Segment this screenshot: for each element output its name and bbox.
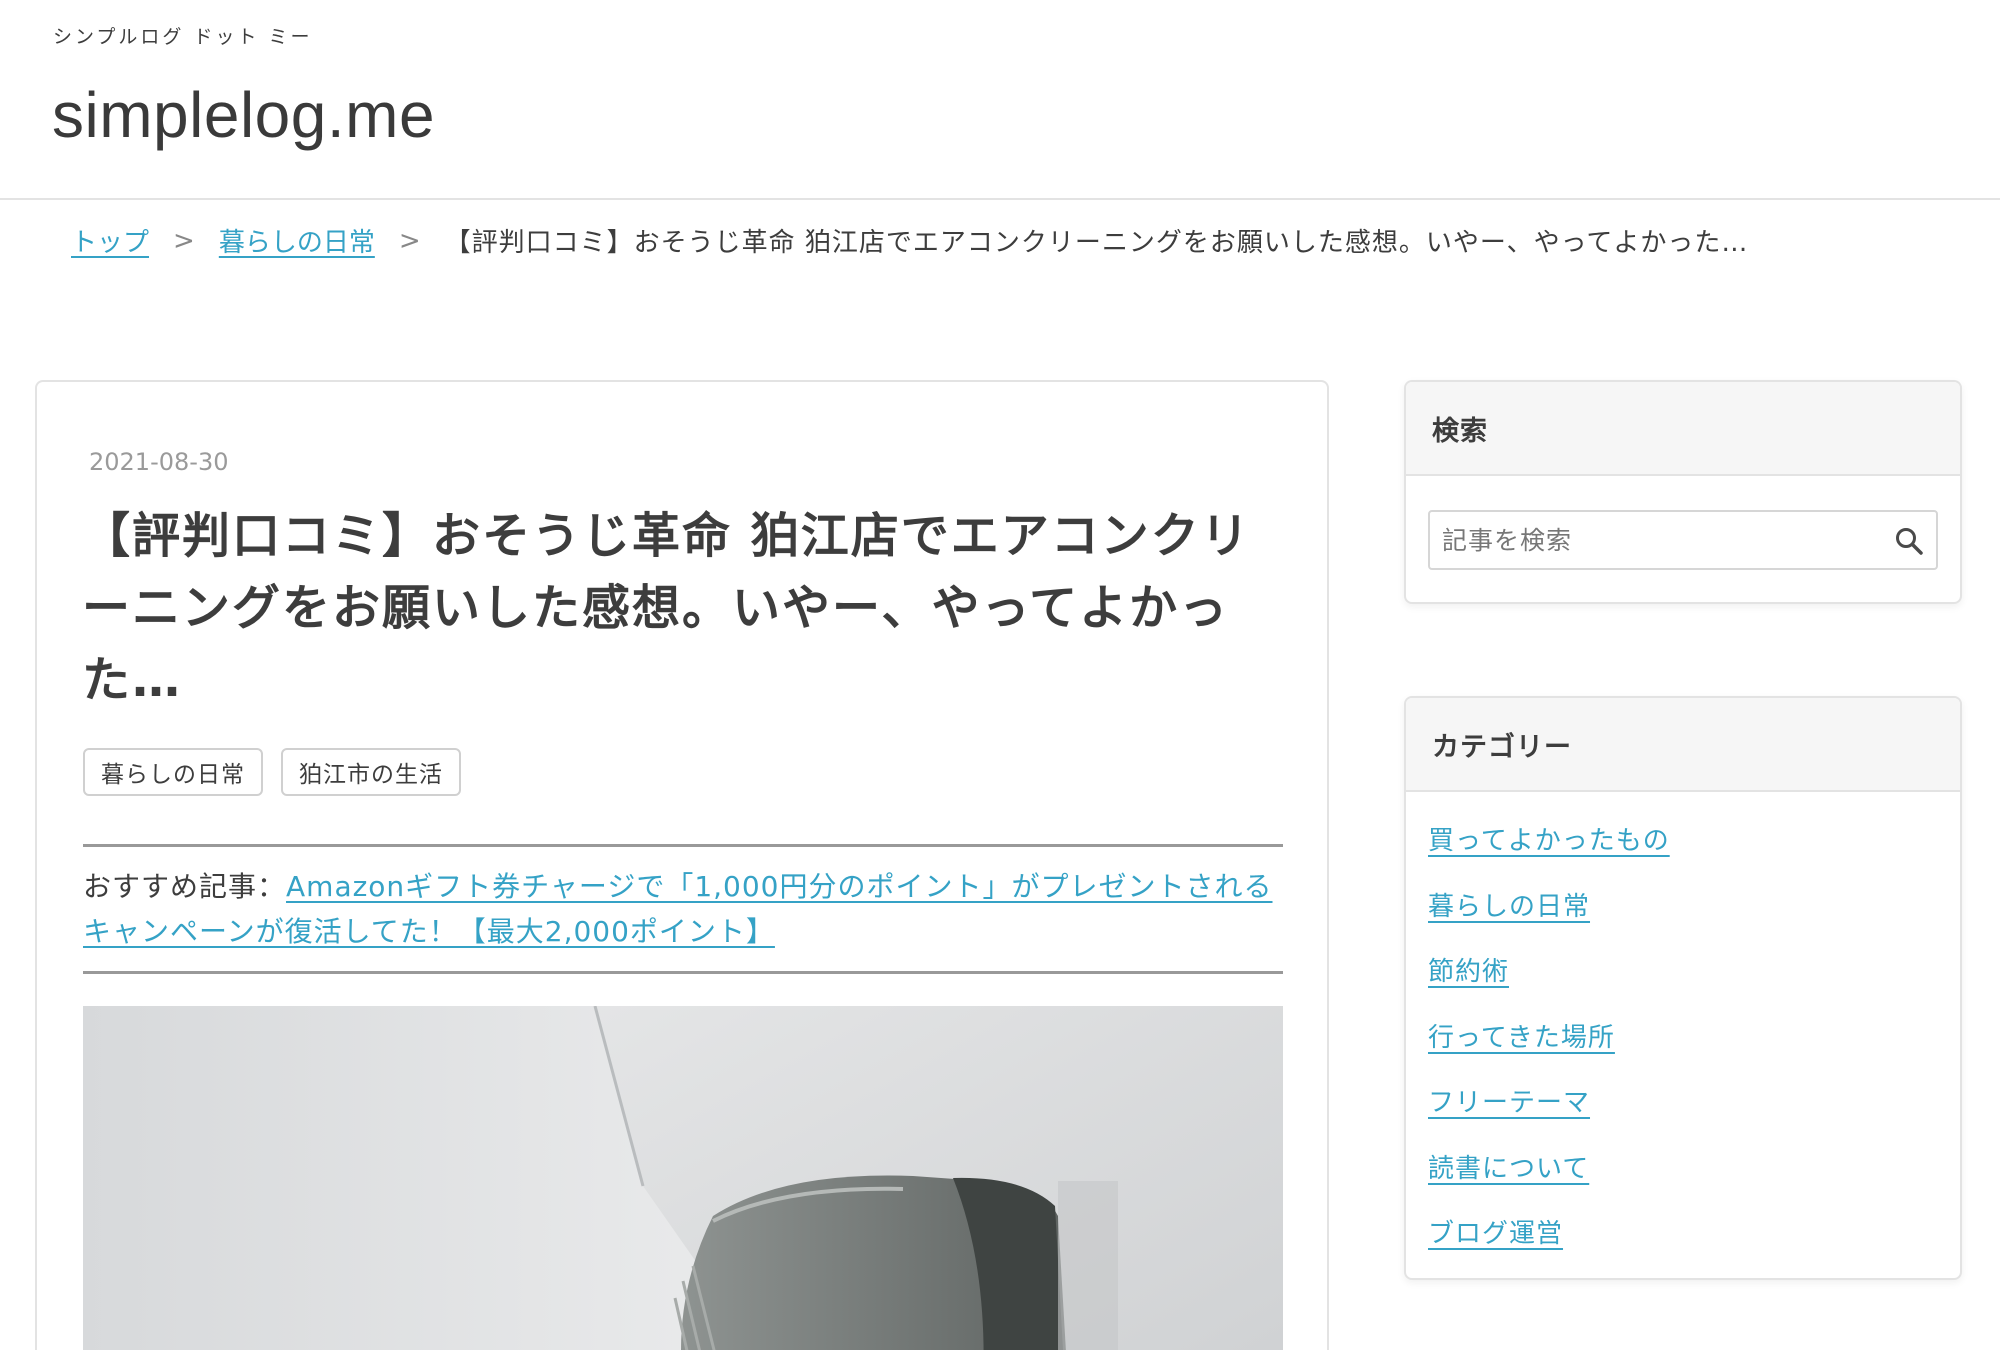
search-widget-heading: 検索 bbox=[1406, 382, 1960, 476]
breadcrumb: トップ > 暮らしの日常 > 【評判口コミ】おそうじ革命 狛江店でエアコンクリー… bbox=[71, 222, 1748, 259]
list-item: ブログ運営 bbox=[1428, 1213, 1960, 1278]
category-link-blog-unei[interactable]: ブログ運営 bbox=[1428, 1219, 1563, 1249]
category-widget: カテゴリー 買ってよかったもの 暮らしの日常 節約術 行ってきた場所 フリーテー… bbox=[1404, 696, 1962, 1280]
search-widget: 検索 bbox=[1404, 380, 1962, 604]
site-title[interactable]: simplelog.me bbox=[52, 78, 435, 152]
hero-image bbox=[83, 1006, 1283, 1350]
category-link-dokusho[interactable]: 読書について bbox=[1428, 1154, 1589, 1184]
air-conditioner-photo bbox=[83, 1006, 1283, 1350]
category-link-kurashi[interactable]: 暮らしの日常 bbox=[1428, 892, 1590, 922]
list-item: 買ってよかったもの bbox=[1428, 820, 1960, 886]
list-item: 暮らしの日常 bbox=[1428, 886, 1960, 952]
category-list: 買ってよかったもの 暮らしの日常 節約術 行ってきた場所 フリーテーマ 読書につ… bbox=[1406, 792, 1960, 1278]
search-input[interactable] bbox=[1430, 512, 1936, 568]
recommend-label: おすすめ記事： bbox=[83, 870, 287, 903]
breadcrumb-current: 【評判口コミ】おそうじ革命 狛江店でエアコンクリーニングをお願いした感想。いやー… bbox=[444, 228, 1749, 258]
breadcrumb-separator: > bbox=[173, 225, 195, 256]
breadcrumb-separator: > bbox=[398, 225, 421, 256]
post-title: 【評判口コミ】おそうじ革命 狛江店でエアコンクリーニングをお願いした感想。いやー… bbox=[82, 508, 1251, 708]
article-card: 2021-08-30 【評判口コミ】おそうじ革命 狛江店でエアコンクリーニングを… bbox=[35, 380, 1329, 1350]
list-item: 節約術 bbox=[1428, 951, 1960, 1017]
category-link-free-theme[interactable]: フリーテーマ bbox=[1428, 1088, 1590, 1118]
list-item: 読書について bbox=[1428, 1148, 1960, 1214]
tag-komae[interactable]: 狛江市の生活 bbox=[281, 748, 461, 796]
search-icon[interactable] bbox=[1894, 526, 1924, 556]
list-item: フリーテーマ bbox=[1428, 1082, 1960, 1148]
search-box[interactable] bbox=[1428, 510, 1938, 570]
site-tagline: シンプルログ ドット ミー bbox=[53, 26, 313, 48]
category-link-katte-yokatta[interactable]: 買ってよかったもの bbox=[1428, 826, 1670, 856]
list-item: 行ってきた場所 bbox=[1428, 1017, 1960, 1083]
category-widget-heading: カテゴリー bbox=[1406, 698, 1960, 792]
post-date: 2021-08-30 bbox=[89, 448, 229, 476]
breadcrumb-link-category[interactable]: 暮らしの日常 bbox=[219, 222, 375, 259]
tag-list: 暮らしの日常 狛江市の生活 bbox=[83, 748, 461, 796]
recommend-box: おすすめ記事：Amazonギフト券チャージで「1,000円分のポイント」がプレゼ… bbox=[83, 844, 1283, 974]
site-header: シンプルログ ドット ミー simplelog.me bbox=[0, 0, 2000, 200]
tag-kurashi[interactable]: 暮らしの日常 bbox=[83, 748, 263, 796]
category-link-itte-kita[interactable]: 行ってきた場所 bbox=[1428, 1023, 1615, 1053]
breadcrumb-link-top[interactable]: トップ bbox=[71, 222, 149, 259]
category-link-setsuyaku[interactable]: 節約術 bbox=[1428, 957, 1509, 987]
